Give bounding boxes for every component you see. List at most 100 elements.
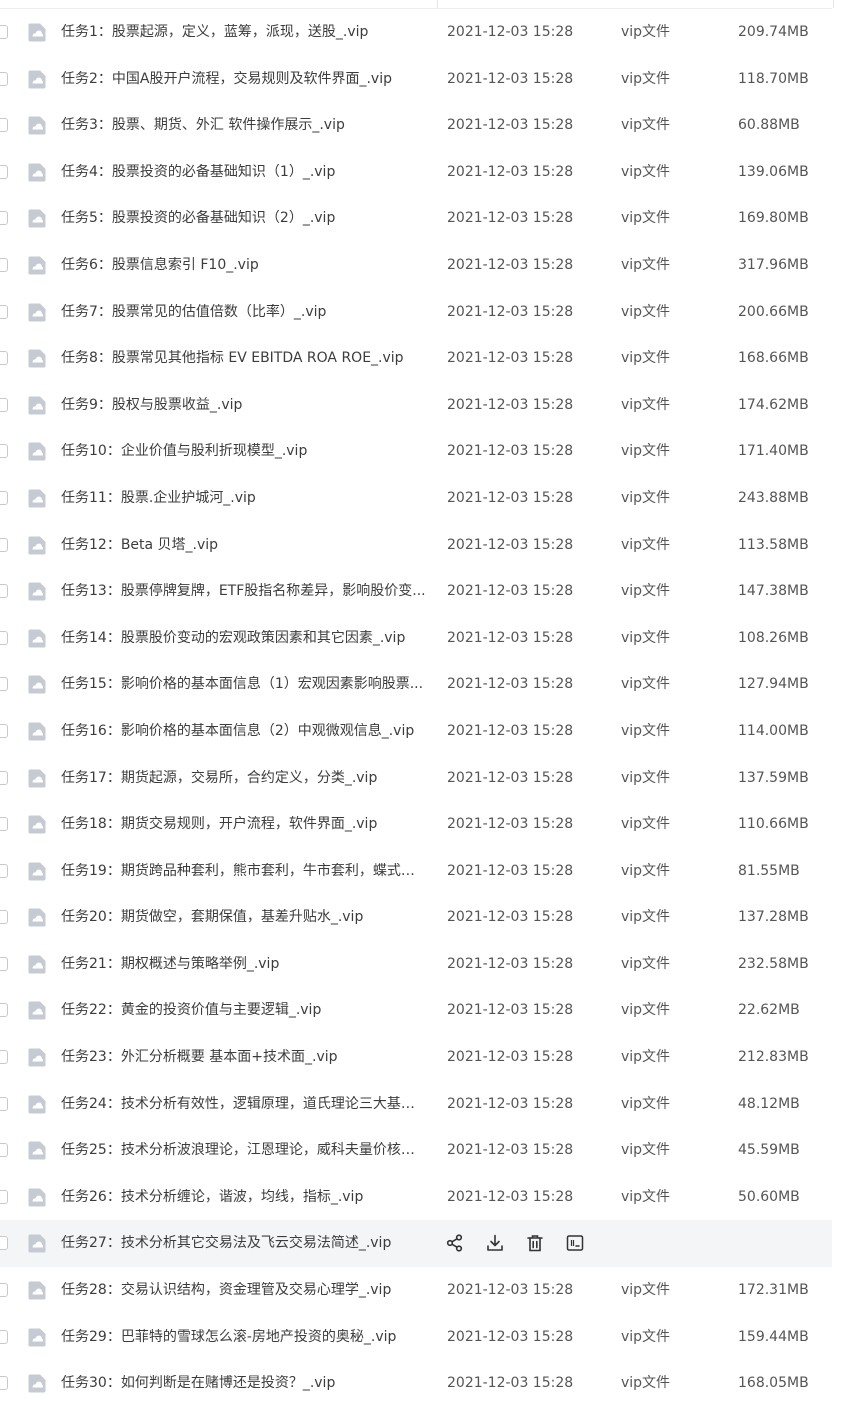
file-size: 232.58MB bbox=[738, 955, 809, 972]
file-name[interactable]: 任务24：技术分析有效性，逻辑原理，道氏理论三大基石... bbox=[61, 1096, 427, 1113]
file-row[interactable]: 任务17：期货起源，交易所，合约定义，分类_.vip 2021-12-03 15… bbox=[0, 755, 832, 802]
row-checkbox[interactable] bbox=[0, 257, 8, 272]
file-name[interactable]: 任务9：股权与股票收益_.vip bbox=[61, 397, 427, 414]
file-name[interactable]: 任务18：期货交易规则，开户流程，软件界面_.vip bbox=[61, 816, 427, 833]
file-name[interactable]: 任务8：股票常见其他指标 EV EBITDA ROA ROE_.vip bbox=[61, 350, 427, 367]
file-name[interactable]: 任务21：期权概述与策略举例_.vip bbox=[61, 956, 427, 973]
file-row[interactable]: 任务11：股票.企业护城河_.vip 2021-12-03 15:28 vip文… bbox=[0, 475, 832, 522]
file-row[interactable]: 任务14：股票股价变动的宏观政策因素和其它因素_.vip 2021-12-03 … bbox=[0, 615, 832, 662]
file-row[interactable]: 任务2：中国A股开户流程，交易规则及软件界面_.vip 2021-12-03 1… bbox=[0, 56, 832, 103]
file-row[interactable]: 任务22：黄金的投资价值与主要逻辑_.vip 2021-12-03 15:28 … bbox=[0, 987, 832, 1034]
file-name[interactable]: 任务5：股票投资的必备基础知识（2）_.vip bbox=[61, 210, 427, 227]
file-name[interactable]: 任务16：影响价格的基本面信息（2）中观微观信息_.vip bbox=[61, 723, 427, 740]
file-name[interactable]: 任务25：技术分析波浪理论，江恩理论，威科夫量价核心... bbox=[61, 1142, 427, 1159]
file-row[interactable]: 任务9：股权与股票收益_.vip 2021-12-03 15:28 vip文件 … bbox=[0, 382, 832, 429]
row-checkbox[interactable] bbox=[0, 723, 8, 738]
file-type: vip文件 bbox=[621, 1002, 671, 1019]
file-name[interactable]: 任务19：期货跨品种套利，熊市套利，牛市套利，蝶式套... bbox=[61, 863, 427, 880]
file-row[interactable]: 任务27：技术分析其它交易法及飞云交易法简述_.vip bbox=[0, 1220, 832, 1268]
download-icon[interactable] bbox=[485, 1233, 505, 1253]
file-name[interactable]: 任务23：外汇分析概要 基本面+技术面_.vip bbox=[61, 1049, 427, 1066]
delete-icon[interactable] bbox=[525, 1233, 545, 1253]
row-checkbox[interactable] bbox=[0, 863, 8, 878]
file-row[interactable]: 任务3：股票、期货、外汇 软件操作展示_.vip 2021-12-03 15:2… bbox=[0, 102, 832, 149]
row-checkbox[interactable] bbox=[0, 118, 8, 133]
file-row[interactable]: 任务1：股票起源，定义，蓝筹，派现，送股_.vip 2021-12-03 15:… bbox=[0, 9, 832, 56]
row-checkbox[interactable] bbox=[0, 1236, 8, 1251]
row-checkbox[interactable] bbox=[0, 677, 8, 692]
file-row[interactable]: 任务12：Beta 贝塔_.vip 2021-12-03 15:28 vip文件… bbox=[0, 522, 832, 569]
file-name[interactable]: 任务26：技术分析缠论，谐波，均线，指标_.vip bbox=[61, 1189, 427, 1206]
file-name[interactable]: 任务30：如何判断是在赌博还是投资？_.vip bbox=[61, 1375, 427, 1392]
rename-icon[interactable] bbox=[565, 1233, 585, 1253]
row-checkbox[interactable] bbox=[0, 1096, 8, 1111]
file-name[interactable]: 任务29：巴菲特的雪球怎么滚-房地产投资的奥秘_.vip bbox=[61, 1329, 427, 1346]
file-name[interactable]: 任务14：股票股价变动的宏观政策因素和其它因素_.vip bbox=[61, 630, 427, 647]
file-row[interactable]: 任务30：如何判断是在赌博还是投资？_.vip 2021-12-03 15:28… bbox=[0, 1360, 832, 1407]
row-checkbox[interactable] bbox=[0, 397, 8, 412]
row-checkbox[interactable] bbox=[0, 1329, 8, 1344]
file-name[interactable]: 任务28：交易认识结构，资金理管及交易心理学_.vip bbox=[61, 1282, 427, 1299]
file-name[interactable]: 任务3：股票、期货、外汇 软件操作展示_.vip bbox=[61, 117, 427, 134]
row-checkbox[interactable] bbox=[0, 1143, 8, 1158]
row-checkbox[interactable] bbox=[0, 25, 8, 39]
file-row[interactable]: 任务8：股票常见其他指标 EV EBITDA ROA ROE_.vip 2021… bbox=[0, 335, 832, 382]
file-name[interactable]: 任务2：中国A股开户流程，交易规则及软件界面_.vip bbox=[61, 71, 427, 88]
file-name[interactable]: 任务1：股票起源，定义，蓝筹，派现，送股_.vip bbox=[61, 24, 427, 41]
share-icon[interactable] bbox=[445, 1233, 465, 1253]
row-checkbox[interactable] bbox=[0, 211, 8, 226]
file-row[interactable]: 任务4：股票投资的必备基础知识（1）_.vip 2021-12-03 15:28… bbox=[0, 149, 832, 196]
file-row[interactable]: 任务15：影响价格的基本面信息（1）宏观因素影响股票... 2021-12-03… bbox=[0, 661, 832, 708]
file-name[interactable]: 任务13：股票停牌复牌，ETF股指名称差异，影响股价变... bbox=[61, 583, 427, 600]
file-row[interactable]: 任务26：技术分析缠论，谐波，均线，指标_.vip 2021-12-03 15:… bbox=[0, 1174, 832, 1221]
file-row[interactable]: 任务13：股票停牌复牌，ETF股指名称差异，影响股价变... 2021-12-0… bbox=[0, 568, 832, 615]
row-checkbox[interactable] bbox=[0, 537, 8, 552]
file-row[interactable]: 任务16：影响价格的基本面信息（2）中观微观信息_.vip 2021-12-03… bbox=[0, 708, 832, 755]
file-size: 127.94MB bbox=[738, 676, 809, 693]
row-checkbox[interactable] bbox=[0, 584, 8, 599]
file-name[interactable]: 任务17：期货起源，交易所，合约定义，分类_.vip bbox=[61, 770, 427, 787]
file-row[interactable]: 任务6：股票信息索引 F10_.vip 2021-12-03 15:28 vip… bbox=[0, 242, 832, 289]
file-row[interactable]: 任务20：期货做空，套期保值，基差升贴水_.vip 2021-12-03 15:… bbox=[0, 894, 832, 941]
row-checkbox[interactable] bbox=[0, 304, 8, 319]
file-name[interactable]: 任务10：企业价值与股利折现模型_.vip bbox=[61, 443, 427, 460]
file-name[interactable]: 任务7：股票常见的估值倍数（比率）_.vip bbox=[61, 304, 427, 321]
row-checkbox[interactable] bbox=[0, 630, 8, 645]
row-checkbox[interactable] bbox=[0, 1050, 8, 1065]
file-name[interactable]: 任务27：技术分析其它交易法及飞云交易法简述_.vip bbox=[61, 1235, 427, 1252]
row-checkbox[interactable] bbox=[0, 817, 8, 832]
row-checkbox[interactable] bbox=[0, 164, 8, 179]
file-name[interactable]: 任务20：期货做空，套期保值，基差升贴水_.vip bbox=[61, 909, 427, 926]
row-checkbox[interactable] bbox=[0, 490, 8, 505]
file-row[interactable]: 任务25：技术分析波浪理论，江恩理论，威科夫量价核心... 2021-12-03… bbox=[0, 1127, 832, 1174]
file-name[interactable]: 任务6：股票信息索引 F10_.vip bbox=[61, 257, 427, 274]
row-checkbox[interactable] bbox=[0, 1376, 8, 1391]
file-icon bbox=[28, 442, 46, 461]
file-name[interactable]: 任务15：影响价格的基本面信息（1）宏观因素影响股票... bbox=[61, 676, 427, 693]
file-row[interactable]: 任务19：期货跨品种套利，熊市套利，牛市套利，蝶式套... 2021-12-03… bbox=[0, 848, 832, 895]
file-icon bbox=[28, 1141, 46, 1160]
file-row[interactable]: 任务21：期权概述与策略举例_.vip 2021-12-03 15:28 vip… bbox=[0, 941, 832, 988]
file-row[interactable]: 任务10：企业价值与股利折现模型_.vip 2021-12-03 15:28 v… bbox=[0, 428, 832, 475]
row-checkbox[interactable] bbox=[0, 910, 8, 925]
file-row[interactable]: 任务29：巴菲特的雪球怎么滚-房地产投资的奥秘_.vip 2021-12-03 … bbox=[0, 1314, 832, 1361]
file-row[interactable]: 任务18：期货交易规则，开户流程，软件界面_.vip 2021-12-03 15… bbox=[0, 801, 832, 848]
file-name[interactable]: 任务11：股票.企业护城河_.vip bbox=[61, 490, 427, 507]
row-checkbox[interactable] bbox=[0, 351, 8, 366]
file-row[interactable]: 任务28：交易认识结构，资金理管及交易心理学_.vip 2021-12-03 1… bbox=[0, 1267, 832, 1314]
file-row[interactable]: 任务23：外汇分析概要 基本面+技术面_.vip 2021-12-03 15:2… bbox=[0, 1034, 832, 1081]
row-checkbox[interactable] bbox=[0, 1283, 8, 1298]
file-row[interactable]: 任务7：股票常见的估值倍数（比率）_.vip 2021-12-03 15:28 … bbox=[0, 289, 832, 336]
file-name[interactable]: 任务22：黄金的投资价值与主要逻辑_.vip bbox=[61, 1002, 427, 1019]
row-checkbox[interactable] bbox=[0, 1003, 8, 1018]
file-row[interactable]: 任务5：股票投资的必备基础知识（2）_.vip 2021-12-03 15:28… bbox=[0, 195, 832, 242]
file-row[interactable]: 任务24：技术分析有效性，逻辑原理，道氏理论三大基石... 2021-12-03… bbox=[0, 1081, 832, 1128]
row-checkbox[interactable] bbox=[0, 71, 8, 86]
file-name[interactable]: 任务4：股票投资的必备基础知识（1）_.vip bbox=[61, 164, 427, 181]
row-checkbox[interactable] bbox=[0, 444, 8, 459]
row-checkbox[interactable] bbox=[0, 770, 8, 785]
file-size: 113.58MB bbox=[738, 536, 809, 553]
row-checkbox[interactable] bbox=[0, 956, 8, 971]
file-name[interactable]: 任务12：Beta 贝塔_.vip bbox=[61, 537, 427, 554]
row-checkbox[interactable] bbox=[0, 1189, 8, 1204]
